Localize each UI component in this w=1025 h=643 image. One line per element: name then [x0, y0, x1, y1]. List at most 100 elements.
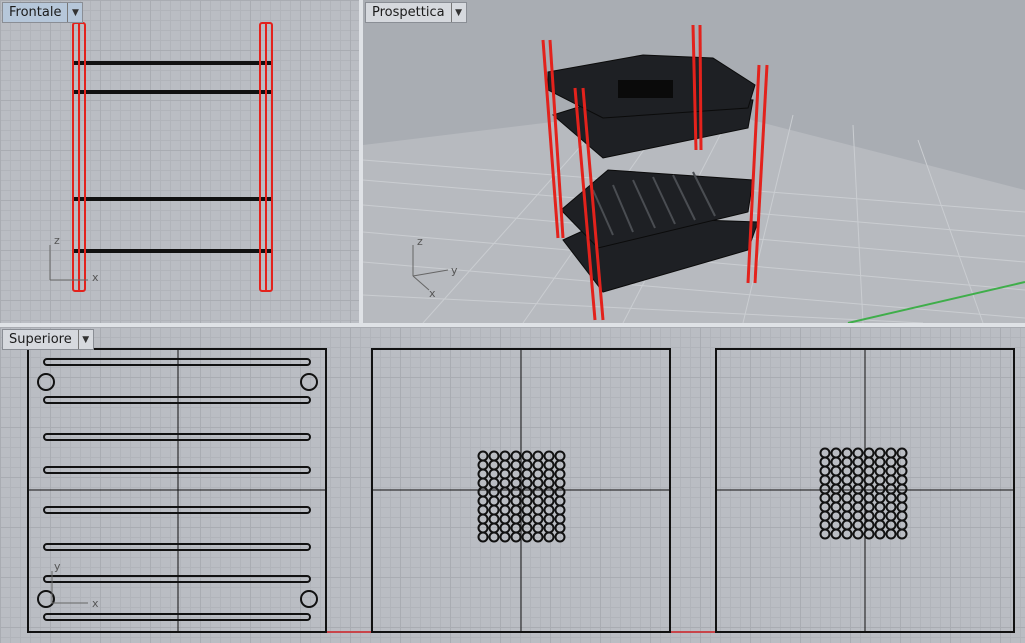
- slot: [43, 613, 311, 621]
- mesh-hole: [863, 528, 875, 540]
- mesh-hole: [852, 492, 864, 504]
- mesh-hole: [885, 483, 897, 495]
- mesh-hole: [819, 456, 831, 468]
- mesh-hole: [830, 456, 842, 468]
- mesh-hole: [477, 477, 489, 489]
- mesh-hole: [499, 468, 511, 480]
- mesh-hole: [852, 456, 864, 468]
- mesh-hole: [863, 510, 875, 522]
- mesh-hole: [841, 519, 853, 531]
- slot: [43, 575, 311, 583]
- mesh-hole: [819, 483, 831, 495]
- chevron-down-icon[interactable]: ▼: [77, 330, 93, 349]
- mesh-hole: [510, 459, 522, 471]
- mesh-hole: [543, 486, 555, 498]
- axis-label-y: y: [451, 264, 458, 277]
- mesh-hole: [499, 504, 511, 516]
- mesh-pattern: [819, 447, 908, 540]
- mesh-hole: [543, 531, 555, 543]
- mesh-hole: [819, 510, 831, 522]
- mesh-hole: [874, 447, 886, 459]
- front-view-canvas: z x: [49, 22, 273, 292]
- mesh-hole: [521, 513, 533, 525]
- mesh-hole: [863, 474, 875, 486]
- mesh-hole: [819, 528, 831, 540]
- mesh-hole: [510, 477, 522, 489]
- mesh-hole: [830, 447, 842, 459]
- mesh-hole: [532, 450, 544, 462]
- mesh-hole: [896, 483, 908, 495]
- mesh-hole: [830, 483, 842, 495]
- slot: [43, 433, 311, 441]
- mesh-pattern: [618, 80, 673, 98]
- viewport-tab-front[interactable]: Frontale ▼: [2, 2, 84, 23]
- mesh-hole: [830, 528, 842, 540]
- mesh-hole: [830, 474, 842, 486]
- mesh-hole: [477, 495, 489, 507]
- mesh-hole: [841, 492, 853, 504]
- viewport-label: Prospettica: [372, 5, 445, 20]
- mesh-hole: [532, 531, 544, 543]
- viewport-perspective[interactable]: Prospettica ▼ z y x: [363, 0, 1025, 323]
- mesh-hole: [554, 522, 566, 534]
- slot: [43, 358, 311, 366]
- mesh-hole: [488, 468, 500, 480]
- slotted-plate: [27, 348, 327, 633]
- mesh-hole: [521, 531, 533, 543]
- mesh-hole: [477, 513, 489, 525]
- chevron-down-icon[interactable]: ▼: [450, 3, 466, 22]
- mesh-hole: [852, 447, 864, 459]
- mesh-hole: [543, 459, 555, 471]
- mesh-hole: [554, 513, 566, 525]
- mesh-hole: [554, 504, 566, 516]
- mesh-hole: [874, 492, 886, 504]
- viewport-top[interactable]: Superiore ▼ y x: [0, 327, 1025, 643]
- mesh-hole: [896, 519, 908, 531]
- mesh-hole: [830, 492, 842, 504]
- mesh-hole: [554, 477, 566, 489]
- mesh-hole: [532, 522, 544, 534]
- mesh-hole: [521, 495, 533, 507]
- mesh-hole: [510, 495, 522, 507]
- mesh-hole: [510, 522, 522, 534]
- mesh-hole: [830, 519, 842, 531]
- mesh-hole: [841, 456, 853, 468]
- mesh-hole: [532, 486, 544, 498]
- mesh-hole: [477, 450, 489, 462]
- mesh-hole: [874, 528, 886, 540]
- mesh-hole: [499, 495, 511, 507]
- viewport-front[interactable]: Frontale ▼ z x: [0, 0, 359, 323]
- mesh-hole: [510, 468, 522, 480]
- mesh-hole: [499, 477, 511, 489]
- slot: [43, 466, 311, 474]
- mesh-hole: [841, 510, 853, 522]
- mesh-hole: [499, 531, 511, 543]
- mesh-hole: [896, 447, 908, 459]
- mesh-hole: [874, 519, 886, 531]
- mesh-hole: [543, 513, 555, 525]
- mount-hole: [37, 373, 55, 391]
- mesh-hole: [521, 459, 533, 471]
- mesh-hole: [874, 510, 886, 522]
- mesh-hole: [488, 459, 500, 471]
- mesh-hole: [510, 531, 522, 543]
- mesh-hole: [885, 456, 897, 468]
- mesh-hole: [554, 459, 566, 471]
- chevron-down-icon[interactable]: ▼: [67, 3, 82, 22]
- mesh-hole: [819, 465, 831, 477]
- mesh-hole: [863, 519, 875, 531]
- viewport-tab-perspective[interactable]: Prospettica ▼: [365, 2, 467, 23]
- mesh-hole: [896, 492, 908, 504]
- mesh-hole: [819, 474, 831, 486]
- axis-label-x: x: [92, 597, 99, 610]
- mesh-hole: [874, 483, 886, 495]
- mesh-hole: [885, 510, 897, 522]
- viewport-tab-top[interactable]: Superiore ▼: [2, 329, 94, 350]
- mesh-hole: [874, 474, 886, 486]
- axis-label-x: x: [429, 287, 436, 300]
- mesh-hole: [841, 474, 853, 486]
- mesh-hole: [885, 528, 897, 540]
- mesh-hole: [852, 465, 864, 477]
- mesh-hole: [477, 504, 489, 516]
- mesh-hole: [885, 465, 897, 477]
